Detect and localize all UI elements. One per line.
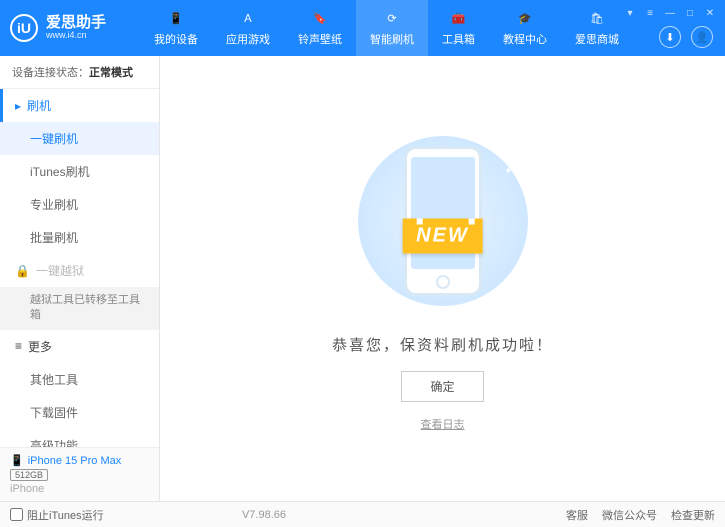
sidebar-item-batch[interactable]: 批量刷机 bbox=[0, 221, 159, 254]
sidebar-item-download-fw[interactable]: 下载固件 bbox=[0, 396, 159, 429]
sparkle-icon: ✦ bbox=[378, 146, 386, 157]
minimize-icon[interactable]: — bbox=[663, 6, 677, 20]
tab-tutorials[interactable]: 🎓教程中心 bbox=[489, 0, 561, 56]
store-icon: 🛍 bbox=[588, 9, 606, 27]
header: iU 爱思助手 www.i4.cn 📱我的设备 Ａ应用游戏 🔖铃声壁纸 ⟳智能刷… bbox=[0, 0, 725, 56]
user-button[interactable]: 👤 bbox=[691, 26, 713, 48]
flash-group-icon: ▸ bbox=[15, 99, 21, 113]
tab-flash[interactable]: ⟳智能刷机 bbox=[356, 0, 428, 56]
version-label: V7.98.66 bbox=[242, 509, 286, 521]
tab-toolbox[interactable]: 🧰工具箱 bbox=[428, 0, 489, 56]
footer-update[interactable]: 检查更新 bbox=[671, 507, 715, 523]
more-icon: ≡ bbox=[15, 339, 22, 353]
tab-ringtones[interactable]: 🔖铃声壁纸 bbox=[284, 0, 356, 56]
connection-status: 设备连接状态：正常模式 bbox=[0, 56, 159, 89]
footer: 阻止iTunes运行 V7.98.66 客服 微信公众号 检查更新 bbox=[0, 501, 725, 527]
logo-icon: iU bbox=[10, 14, 38, 42]
sparkle-icon: ✦ bbox=[373, 275, 381, 286]
download-button[interactable]: ⬇ bbox=[659, 26, 681, 48]
sidebar-item-other-tools[interactable]: 其他工具 bbox=[0, 363, 159, 396]
success-message: 恭喜您，保资料刷机成功啦！ bbox=[332, 334, 553, 355]
footer-wechat[interactable]: 微信公众号 bbox=[602, 507, 657, 523]
logo-area: iU 爱思助手 www.i4.cn bbox=[10, 14, 140, 42]
block-itunes-checkbox[interactable]: 阻止iTunes运行 bbox=[10, 507, 104, 523]
success-illustration: NEW ✦ ✦ ✦ bbox=[348, 126, 538, 316]
new-ribbon: NEW bbox=[402, 218, 483, 253]
device-icon: 📱 bbox=[167, 9, 185, 27]
jailbreak-note: 越狱工具已转移至工具箱 bbox=[0, 287, 159, 330]
nav-tabs: 📱我的设备 Ａ应用游戏 🔖铃声壁纸 ⟳智能刷机 🧰工具箱 🎓教程中心 🛍爱思商城 bbox=[140, 0, 633, 56]
close-icon[interactable]: ✕ bbox=[703, 6, 717, 20]
ok-button[interactable]: 确定 bbox=[401, 371, 483, 402]
flash-icon: ⟳ bbox=[383, 9, 401, 27]
app-url: www.i4.cn bbox=[46, 31, 106, 41]
sidebar-item-advanced[interactable]: 高级功能 bbox=[0, 429, 159, 447]
tutorial-icon: 🎓 bbox=[516, 9, 534, 27]
storage-badge: 512GB bbox=[10, 469, 48, 481]
apps-icon: Ａ bbox=[239, 9, 257, 27]
menu-icon[interactable]: ▾ bbox=[623, 6, 637, 20]
sidebar-group-flash[interactable]: ▸ 刷机 bbox=[0, 89, 159, 122]
ringtone-icon: 🔖 bbox=[311, 9, 329, 27]
footer-service[interactable]: 客服 bbox=[566, 507, 588, 523]
sparkle-icon: ✦ bbox=[504, 166, 512, 177]
device-type: iPhone bbox=[10, 483, 149, 495]
window-controls: ▾ ≡ — □ ✕ bbox=[623, 6, 717, 20]
sidebar-item-pro[interactable]: 专业刷机 bbox=[0, 188, 159, 221]
tab-apps[interactable]: Ａ应用游戏 bbox=[212, 0, 284, 56]
main-content: NEW ✦ ✦ ✦ 恭喜您，保资料刷机成功啦！ 确定 查看日志 bbox=[160, 56, 725, 501]
lock-icon: 🔒 bbox=[15, 264, 30, 278]
sidebar-item-itunes[interactable]: iTunes刷机 bbox=[0, 155, 159, 188]
sidebar: 设备连接状态：正常模式 ▸ 刷机 一键刷机 iTunes刷机 专业刷机 批量刷机… bbox=[0, 56, 160, 501]
phone-icon: 📱 bbox=[10, 454, 24, 467]
sidebar-group-more[interactable]: ≡ 更多 bbox=[0, 330, 159, 363]
dropdown-icon[interactable]: ≡ bbox=[643, 6, 657, 20]
sidebar-group-jailbreak: 🔒 一键越狱 bbox=[0, 254, 159, 287]
toolbox-icon: 🧰 bbox=[450, 9, 468, 27]
app-title: 爱思助手 bbox=[46, 15, 106, 32]
view-log-link[interactable]: 查看日志 bbox=[421, 416, 465, 432]
sidebar-item-one-click[interactable]: 一键刷机 bbox=[0, 122, 159, 155]
device-info[interactable]: 📱iPhone 15 Pro Max 512GB iPhone bbox=[0, 447, 159, 501]
tab-my-device[interactable]: 📱我的设备 bbox=[140, 0, 212, 56]
maximize-icon[interactable]: □ bbox=[683, 6, 697, 20]
